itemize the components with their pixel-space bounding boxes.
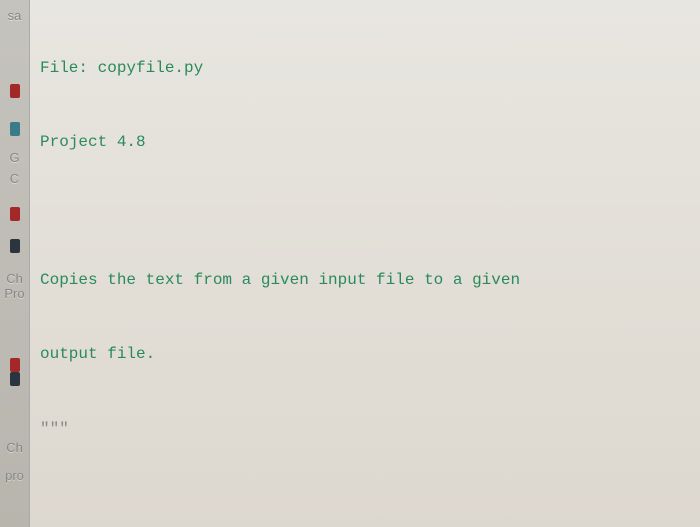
code-line: File: copyfile.py [40,56,690,81]
breakpoint-marker-icon[interactable] [10,207,20,221]
gutter-label: G [9,150,19,166]
code-line: Copies the text from a given input file … [40,268,690,293]
code-line: Project 4.8 [40,130,690,155]
code-editor[interactable]: File: copyfile.py Project 4.8 Copies the… [30,0,700,527]
gutter-label: C [10,171,19,187]
code-text: output file. [40,345,155,363]
code-text: File: copyfile.py [40,59,203,77]
code-text: """ [40,420,69,438]
marker-dark-icon[interactable] [10,372,20,386]
gutter-label: Ch [6,440,23,456]
blank-line [40,491,690,505]
code-text: Copies the text from a given input file … [40,271,520,289]
breakpoint-marker-icon[interactable] [10,84,20,98]
gutter-label: sa [8,8,22,24]
marker-icon[interactable] [10,122,20,136]
code-line: output file. [40,342,690,367]
gutter-label: pro [5,468,24,484]
breakpoint-marker-icon[interactable] [10,358,20,372]
marker-dark-icon[interactable] [10,239,20,253]
gutter: sa G C Ch Pro Ch pro [0,0,30,527]
gutter-label: Ch [6,271,23,287]
code-text: Project 4.8 [40,133,146,151]
blank-line [40,204,690,218]
gutter-label: Pro [4,286,24,302]
code-line: """ [40,417,690,442]
